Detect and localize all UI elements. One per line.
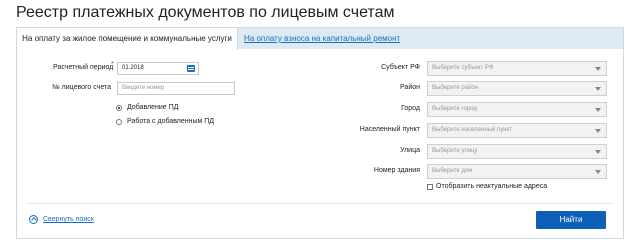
- subject-placeholder: Выберите субъект РФ: [432, 65, 494, 71]
- show-inactive-label: Отобразить неактуальные адреса: [436, 183, 548, 190]
- account-placeholder: Введите номер: [122, 85, 165, 91]
- search-panel: На оплату за жилое помещение и коммуналь…: [16, 27, 624, 239]
- settlement-select[interactable]: Выберите населенный пункт: [427, 123, 607, 138]
- calendar-icon[interactable]: [187, 65, 195, 72]
- district-placeholder: Выберите район: [432, 85, 479, 91]
- tab-capital-repair[interactable]: На оплату взноса на капитальный ремонт: [244, 28, 400, 49]
- radio-add-pd-label: Добавление ПД: [127, 104, 179, 111]
- building-label: Номер здания: [373, 167, 420, 174]
- radio-add-pd[interactable]: [116, 105, 122, 111]
- show-inactive-checkbox[interactable]: [427, 184, 433, 190]
- period-value: 01.2018: [122, 65, 144, 71]
- chevron-up-icon[interactable]: [29, 215, 38, 224]
- period-label: Расчетный период: [53, 64, 114, 71]
- find-button[interactable]: Найти: [536, 211, 606, 229]
- account-label: № лицевого счета: [52, 84, 111, 91]
- divider: [27, 203, 613, 204]
- period-input[interactable]: 01.2018: [117, 62, 199, 75]
- chevron-down-icon: [595, 129, 601, 133]
- tab-housing-utilities[interactable]: На оплату за жилое помещение и коммуналь…: [17, 28, 238, 50]
- city-label: Город: [401, 105, 420, 112]
- chevron-down-icon: [595, 170, 601, 174]
- chevron-down-icon: [595, 150, 601, 154]
- radio-work-with-pd-label: Работа с добавленным ПД: [127, 118, 215, 125]
- settlement-placeholder: Выберите населенный пункт: [432, 127, 512, 133]
- district-label: Район: [400, 84, 420, 91]
- street-select[interactable]: Выберите улицу: [427, 144, 607, 159]
- subject-select[interactable]: Выберите субъект РФ: [427, 61, 607, 76]
- radio-work-with-pd[interactable]: [116, 119, 122, 125]
- required-mark: *: [111, 61, 114, 68]
- street-label: Улица: [400, 147, 420, 154]
- building-placeholder: Выберите дом: [432, 168, 473, 174]
- settlement-label: Населенный пункт: [359, 126, 420, 133]
- page-title: Реестр платежных документов по лицевым с…: [16, 4, 395, 21]
- tab-bar: На оплату за жилое помещение и коммуналь…: [17, 28, 623, 50]
- chevron-down-icon: [595, 67, 601, 71]
- district-select[interactable]: Выберите район: [427, 81, 607, 96]
- building-select[interactable]: Выберите дом: [427, 164, 607, 179]
- street-placeholder: Выберите улицу: [432, 148, 478, 154]
- collapse-search-link[interactable]: Свернуть поиск: [43, 216, 94, 223]
- subject-label: Субъект РФ: [381, 64, 420, 71]
- city-placeholder: Выберите город: [432, 106, 477, 112]
- city-select[interactable]: Выберите город: [427, 102, 607, 117]
- account-number-input[interactable]: Введите номер: [117, 82, 235, 95]
- chevron-down-icon: [595, 87, 601, 91]
- chevron-down-icon: [595, 108, 601, 112]
